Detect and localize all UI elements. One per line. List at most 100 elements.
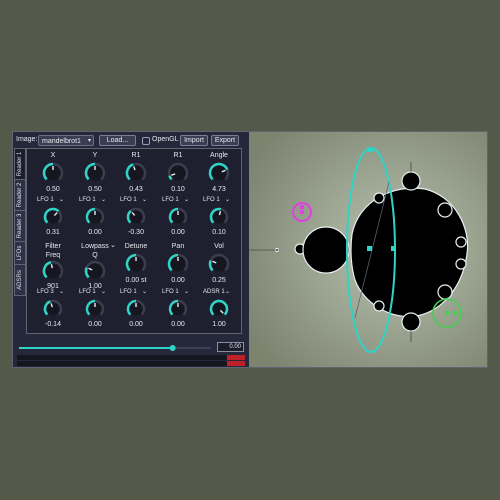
knob[interactable]: [208, 253, 230, 275]
knob-cell: LFO 1 ⌄ 0.00: [158, 197, 198, 243]
knob-cell: LFO 1 ⌄ 0.31: [33, 197, 73, 243]
image-viewer[interactable]: [249, 132, 487, 367]
knob-title: R1: [131, 152, 141, 159]
chevron-down-icon: ⌄: [101, 289, 107, 295]
knob-cell: R1 0.43: [116, 152, 156, 198]
reader-1-center-handle[interactable]: [367, 246, 372, 251]
slider-svg: [19, 345, 211, 351]
reader-1-height-handle[interactable]: [368, 147, 373, 152]
knob-cell: Pan 0.00: [158, 243, 198, 289]
knob-value: 0.00: [171, 277, 185, 284]
knob-value: 1.00: [212, 321, 226, 328]
reader-3-handle[interactable]: [445, 311, 449, 315]
knob-title: Lowpass: [81, 243, 109, 250]
knob[interactable]: [42, 260, 64, 282]
knob[interactable]: [209, 299, 231, 321]
knob[interactable]: [85, 299, 107, 321]
tab-lfos[interactable]: LFOs: [14, 241, 26, 265]
knob[interactable]: [84, 162, 106, 184]
app-window: Image: mandelbrot1 ▾ Load... OpenGL Impo…: [12, 131, 488, 368]
mandelbrot-top-bulb: [401, 171, 421, 191]
knob-value: 0.31: [46, 229, 60, 236]
mandelbrot-bulb: [373, 192, 385, 204]
knob[interactable]: [43, 207, 65, 229]
knob[interactable]: [126, 299, 148, 321]
knob[interactable]: [208, 162, 230, 184]
knob-cell: LFO 1 ⌄ 0.00: [75, 197, 115, 243]
knob[interactable]: [126, 207, 148, 229]
chevron-down-icon[interactable]: ⌄: [110, 241, 116, 249]
knob-title: Pan: [171, 243, 185, 250]
knob[interactable]: [125, 253, 147, 275]
knob-body: [45, 263, 61, 279]
knob-cell: LFO 1 ⌄ -0.30: [116, 197, 156, 243]
image-select-value: mandelbrot1: [42, 138, 81, 145]
image-select[interactable]: mandelbrot1 ▾: [38, 135, 94, 146]
knob-cell: LFO 1 ⌄ 0.00: [116, 289, 156, 335]
reader-1-radius-handle[interactable]: [391, 246, 396, 251]
knob-pointer: [218, 211, 222, 216]
mandelbrot-bulb: [373, 300, 385, 312]
knob[interactable]: [42, 162, 64, 184]
knob-cell: LFO 1 ⌄ 0.00: [158, 289, 198, 335]
opengl-checkbox[interactable]: [142, 137, 150, 145]
knob-body: [212, 302, 226, 316]
knob[interactable]: [168, 207, 190, 229]
knob-title: R1: [173, 152, 183, 159]
mandelbrot-period2-bulb: [302, 226, 350, 274]
position-slider[interactable]: [17, 340, 213, 351]
chevron-down-icon: ▾: [87, 138, 91, 144]
knob-body: [46, 210, 60, 224]
slider-handle[interactable]: [169, 345, 176, 351]
modulation-source-label: LFO 1: [79, 289, 96, 295]
knob[interactable]: [209, 207, 231, 229]
knob-body: [128, 165, 144, 181]
knob[interactable]: [43, 299, 65, 321]
reader-2-handle[interactable]: [300, 210, 304, 214]
chevron-down-icon: ⌄: [59, 289, 65, 295]
tab-reader-3[interactable]: Reader 3: [14, 210, 26, 242]
knob-value: 0.00: [88, 321, 102, 328]
tab-adsrs[interactable]: ADSRs: [14, 264, 26, 296]
knob-body: [46, 302, 60, 316]
knob-title: Y: [92, 152, 98, 159]
position-value-box[interactable]: 0.00: [217, 342, 244, 352]
import-button[interactable]: Import: [180, 135, 208, 146]
level-meter-left: [17, 355, 245, 360]
knob-value: -0.30: [128, 229, 144, 236]
knob-title: Angle: [210, 152, 228, 159]
chevron-down-icon: ⌄: [142, 197, 148, 203]
tab-reader-2[interactable]: Reader 2: [14, 179, 26, 211]
tab-reader-1[interactable]: Reader 1: [14, 148, 26, 180]
level-meter-right: [17, 361, 245, 366]
knob[interactable]: [167, 253, 189, 275]
knob-cell: LFO 1 ⌄ 0.10: [199, 197, 239, 243]
knob[interactable]: [167, 162, 189, 184]
modulation-source-label: LFO 1: [120, 289, 137, 295]
knob-value: 4.73: [212, 186, 226, 193]
knob-cell: Lowpass Q 1.00 ⌄: [75, 241, 116, 290]
export-button[interactable]: Export: [211, 135, 239, 146]
mandelbrot-bulb: [455, 258, 467, 270]
load-button[interactable]: Load...: [99, 135, 136, 146]
meter-clip-indicator: [227, 355, 245, 360]
modulation-source-label: LFO 1: [37, 197, 54, 203]
knob[interactable]: [125, 162, 147, 184]
knob-body: [87, 263, 103, 279]
knob[interactable]: [85, 207, 107, 229]
knob-title: Vol: [214, 243, 224, 250]
mandelbrot-bulb: [455, 236, 467, 248]
reader-panel: X 0.50 Y 0.50 R1 0.43 R1 0.10 Angle 4.73 LFO 1 ⌄ 0.3…: [26, 148, 242, 334]
knob[interactable]: [84, 260, 106, 282]
knob-value: 0.50: [46, 186, 60, 193]
knob-title: Detune: [124, 243, 148, 250]
knob-body: [170, 165, 186, 181]
reader-3-handle[interactable]: [453, 311, 457, 315]
meter-clip-indicator: [227, 361, 245, 366]
knob-cell: LFO 3 ⌄ -0.14: [33, 289, 73, 335]
chevron-down-icon: ⌄: [184, 289, 190, 295]
knob[interactable]: [168, 299, 190, 321]
reader-2-handle[interactable]: [300, 205, 304, 209]
knob-body: [212, 210, 226, 224]
knob-value: -0.14: [45, 321, 61, 328]
